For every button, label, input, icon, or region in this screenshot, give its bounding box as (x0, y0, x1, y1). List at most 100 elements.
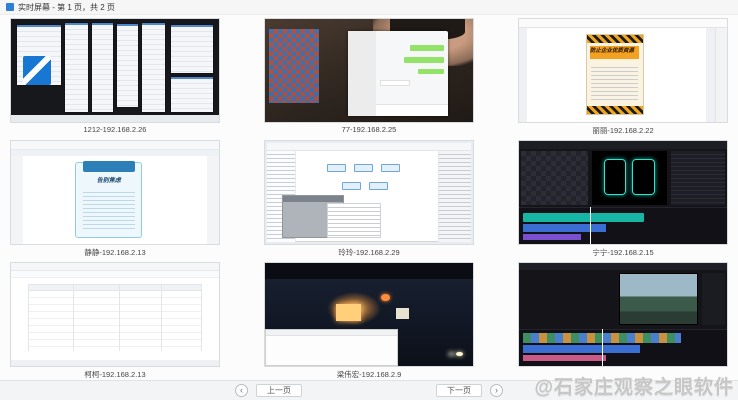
app-icon (6, 3, 14, 11)
screen-tile[interactable]: 告别焦虑 静静-192.168.2.13 (10, 140, 220, 256)
screen-caption: 柯柯-192.168.2.13 (10, 369, 220, 378)
screen-tile[interactable]: 77-192.168.2.25 (264, 18, 474, 134)
screen-thumbnail[interactable] (264, 140, 474, 245)
table-gridline (161, 284, 162, 351)
note-title: 告别焦虑 (80, 175, 138, 184)
screen-caption: 1212-192.168.2.26 (10, 125, 220, 134)
lantern-light (381, 294, 389, 301)
next-page-circle-button[interactable]: › (490, 384, 503, 397)
screen-thumbnail[interactable] (518, 262, 728, 367)
hazard-stripe (587, 35, 643, 43)
pagination-spacer (310, 390, 428, 391)
table-body (28, 291, 203, 351)
table-gridline (73, 284, 74, 351)
screen-thumbnail[interactable] (264, 262, 474, 367)
properties-panel (671, 151, 725, 205)
flow-node (354, 164, 373, 172)
overlay-window (265, 329, 398, 366)
photo-roofline (265, 263, 473, 279)
screen-caption: 宁宁-192.168.2.15 (518, 247, 728, 256)
screen-tile[interactable]: 柯柯-192.168.2.13 (10, 262, 220, 378)
flow-node (369, 182, 388, 190)
left-arrow-icon: ‹ (240, 386, 243, 395)
poster-text-lines (591, 64, 638, 102)
overlay-titlebar (266, 330, 397, 336)
neon-frame (604, 159, 626, 195)
browser-bar (519, 19, 727, 28)
car-headlight (456, 352, 462, 356)
ribbon-bar (11, 271, 219, 278)
screen-thumbnail[interactable] (10, 262, 220, 367)
playhead (590, 207, 591, 244)
shop-window-light (336, 304, 361, 320)
playhead (602, 329, 603, 366)
preview-panel (619, 273, 698, 325)
screen-tile[interactable]: 宁宁-192.168.2.15 (518, 140, 728, 256)
screen-caption: 梁伟宏-192.168.2.9 (264, 369, 474, 378)
screen-caption: 静静-192.168.2.13 (10, 247, 220, 256)
screen-thumbnail[interactable] (10, 18, 220, 123)
chat-window (348, 31, 448, 115)
mini-window (92, 23, 113, 112)
right-arrow-icon: › (495, 386, 498, 395)
mini-window (117, 24, 138, 106)
timeline-clip (523, 234, 581, 240)
screen-caption: 玲玲-192.168.2.29 (264, 247, 474, 256)
note-ribbon (83, 161, 135, 171)
chat-bubble (380, 80, 410, 86)
right-rail (702, 273, 725, 325)
titlebar: 实时屏幕 - 第 1 页，共 2 页 (0, 0, 738, 15)
screen-tile[interactable]: 玲玲-192.168.2.29 (264, 140, 474, 256)
page-margin (207, 156, 219, 244)
note-text-lines (83, 189, 135, 229)
mini-taskbar (11, 360, 219, 366)
next-page-button[interactable]: 下一页 (436, 384, 482, 397)
editor-topbar (519, 141, 727, 149)
app-toolbar (11, 141, 219, 150)
timeline-clip (523, 355, 606, 361)
side-toolbar (715, 28, 727, 122)
prev-page-circle-button[interactable]: ‹ (235, 384, 248, 397)
chat-list-panel (348, 31, 376, 115)
right-panel (438, 151, 471, 242)
chat-input (376, 104, 448, 116)
hazard-stripe (587, 106, 643, 114)
chat-bubble (410, 45, 444, 51)
page-margin (11, 156, 23, 244)
warning-poster: 防止企业优质资源 (586, 34, 644, 114)
media-panel (521, 151, 588, 205)
overlay-titlebar (283, 196, 343, 203)
neon-frame (632, 159, 654, 195)
screen-tile[interactable] (518, 262, 728, 378)
screen-thumbnail[interactable]: 防止企业优质资源 (518, 18, 728, 123)
screen-thumbnail[interactable]: 告别焦虑 (10, 140, 220, 245)
ribbon-bar (11, 150, 219, 156)
mini-window (171, 25, 213, 72)
screens-grid: 1212-192.168.2.26 77-192.168.2.25 (0, 15, 738, 400)
overlay-dialog (327, 203, 381, 238)
preview-panel (592, 151, 667, 205)
mini-window (142, 23, 165, 112)
screen-caption (518, 369, 728, 378)
street-sign (396, 308, 408, 318)
screen-tile[interactable]: 防止企业优质资源 丽丽-192.168.2.22 (518, 18, 728, 134)
table-gridline (119, 284, 120, 351)
prev-page-button[interactable]: 上一页 (256, 384, 302, 397)
table-header-row (28, 284, 203, 291)
window-title: 实时屏幕 - 第 1 页，共 2 页 (18, 2, 115, 13)
mini-taskbar (11, 115, 219, 122)
timeline-clip (523, 224, 606, 231)
screen-tile[interactable]: 梁伟宏-192.168.2.9 (264, 262, 474, 378)
screen-thumbnail[interactable] (264, 18, 474, 123)
screen-caption: 丽丽-192.168.2.22 (518, 125, 728, 134)
blue-logo-icon (23, 56, 50, 85)
note-poster: 告别焦虑 (75, 162, 142, 238)
screen-tile[interactable]: 1212-192.168.2.26 (10, 18, 220, 134)
flow-node (381, 164, 400, 172)
editor-topbar (519, 263, 727, 270)
pagination-bar: ‹ 上一页 下一页 › (0, 380, 738, 400)
timeline-clip (523, 345, 639, 352)
screen-thumbnail[interactable] (518, 140, 728, 245)
screen-caption: 77-192.168.2.25 (264, 125, 474, 134)
poster-title: 防止企业优质资源 (590, 46, 639, 59)
